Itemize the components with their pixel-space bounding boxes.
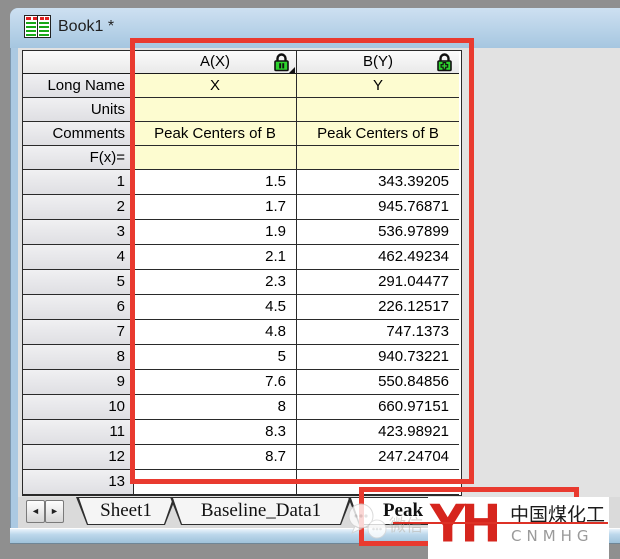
row-header[interactable]: 8 [23,345,134,370]
window-title: Book1 * [58,18,114,36]
row-header[interactable]: 5 [23,270,134,295]
row-header[interactable]: 9 [23,370,134,395]
tab-baseline-data1[interactable]: Baseline_Data1 [170,497,352,525]
tab-label: Sheet1 [76,497,176,525]
row-header[interactable]: 7 [23,320,134,345]
row-header[interactable]: 4 [23,245,134,270]
row-header[interactable]: 12 [23,445,134,470]
workbook-icon [24,15,51,43]
row-header[interactable]: 6 [23,295,134,320]
chat-bubbles-watermark-icon [347,503,393,548]
annotation-rect-data-columns [130,38,474,484]
row-header[interactable]: Units [23,98,134,122]
corner-header-cell[interactable] [23,51,134,74]
tab-label: Baseline_Data1 [170,497,352,525]
watermark-acronym: CNMHG [511,527,594,545]
watermark-underline [393,522,608,524]
row-header[interactable]: 2 [23,195,134,220]
tab-sheet1[interactable]: Sheet1 [76,497,176,525]
row-header[interactable]: F(x)= [23,146,134,170]
watermark-logo: YH [430,495,508,558]
row-header[interactable]: 1 [23,170,134,195]
row-header[interactable]: Comments [23,122,134,146]
tab-scroll-left-button[interactable]: ◄ [26,500,45,523]
row-header[interactable]: Long Name [23,74,134,98]
tab-scroll-right-button[interactable]: ► [45,500,64,523]
row-header[interactable]: 3 [23,220,134,245]
row-header[interactable]: 11 [23,420,134,445]
row-header[interactable]: 13 [23,470,134,495]
row-header[interactable]: 10 [23,395,134,420]
